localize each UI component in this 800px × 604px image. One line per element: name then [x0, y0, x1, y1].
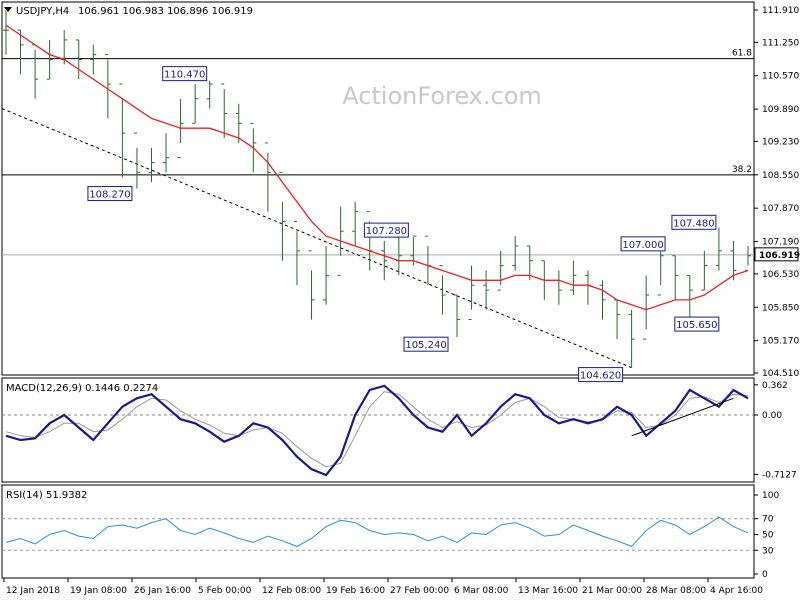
time-tick-label: 5 Feb 00:00 [198, 586, 252, 596]
price-tick-label: 105.850 [762, 303, 799, 313]
current-price-label: 106.919 [759, 251, 800, 261]
ohlc-values: 106.961 106.983 106.896 106.919 [78, 6, 253, 17]
price-tick-label: 111.910 [762, 6, 799, 16]
chart-window: USDJPY,H4 106.961 106.983 106.896 106.91… [0, 0, 800, 600]
time-tick-label: 6 Mar 08:00 [454, 586, 509, 596]
rsi-title: RSI(14) 51.9382 [6, 490, 87, 501]
rsi-tick-label: 0 [762, 570, 768, 580]
macd-tick-label: -0.7127 [762, 470, 797, 480]
annotation-label: 104.620 [580, 371, 621, 382]
annotation-label: 108.270 [89, 190, 130, 201]
rsi-layer [2, 516, 754, 551]
macd-tick-label: 0.00 [762, 411, 782, 421]
rsi-tick-label: 30 [762, 546, 774, 556]
time-tick-label: 26 Jan 16:00 [134, 586, 191, 596]
price-tick-label: 109.230 [762, 137, 799, 147]
annotation-label: 105.240 [405, 340, 446, 351]
time-tick-label: 21 Mar 00:00 [582, 586, 642, 596]
macd-signal-line [5, 391, 749, 468]
annotation-label: 107.000 [622, 240, 663, 251]
price-annotation: 104.620 [578, 367, 624, 383]
price-annotation: 107.480 [671, 214, 717, 230]
rsi-tick-label: 50 [762, 531, 774, 541]
rsi-panel [1, 484, 755, 579]
time-tick-label: 4 Apr 16:00 [710, 586, 763, 596]
annotation-label: 107.280 [366, 226, 407, 237]
price-annotation: 105.650 [674, 316, 720, 332]
price-tick-label: 104.510 [762, 369, 799, 379]
price-tick-label: 111.250 [762, 38, 799, 48]
fib-level-label: 38.2 [732, 165, 752, 175]
chart-canvas: USDJPY,H4 106.961 106.983 106.896 106.91… [1, 1, 800, 596]
macd-title: MACD(12,26,9) 0.1446 0.2274 [6, 383, 158, 394]
fib-level-label: 61.8 [732, 49, 752, 59]
time-tick-label: 13 Mar 16:00 [518, 586, 578, 596]
annotation-label: 105.650 [676, 320, 717, 331]
macd-layer [2, 384, 754, 477]
watermark: ActionForex.com [342, 82, 542, 110]
price-tick-label: 108.550 [762, 171, 799, 181]
price-tick-label: 105.170 [762, 337, 799, 347]
price-tick-label: 107.190 [762, 238, 799, 248]
time-tick-label: 12 Feb 08:00 [262, 586, 321, 596]
price-tick-label: 109.890 [762, 105, 799, 115]
price-tick-label: 110.570 [762, 72, 799, 82]
macd-tick-label: 0.362 [762, 381, 788, 391]
time-tick-label: 12 Jan 2018 [6, 586, 60, 596]
time-tick-label: 19 Jan 08:00 [70, 586, 127, 596]
current-price-box: 106.919 [754, 247, 800, 262]
dropdown-triangle-icon[interactable] [4, 7, 12, 12]
price-annotation: 110.470 [162, 66, 208, 82]
rsi-tick-label: 100 [762, 491, 779, 501]
price-annotation: 107.280 [363, 222, 409, 238]
price-tick-label: 107.870 [762, 204, 799, 214]
annotation-label: 107.480 [673, 218, 714, 229]
time-tick-label: 19 Feb 16:00 [326, 586, 385, 596]
rsi-line [5, 516, 749, 547]
rsi-tick-label: 70 [762, 515, 774, 525]
price-layer: 61.8 38.2 110.470 108.270 107.280 105.240 104.… [1, 10, 754, 383]
moving-average-line [5, 24, 749, 311]
price-annotation: 105.240 [403, 336, 449, 352]
annotation-label: 110.470 [164, 70, 205, 81]
price-tick-label: 106.530 [762, 270, 799, 280]
price-annotation: 107.000 [620, 236, 666, 252]
trendline [1, 108, 632, 369]
time-tick-label: 27 Feb 00:00 [390, 586, 449, 596]
time-tick-label: 28 Mar 08:00 [646, 586, 706, 596]
price-annotation: 108.270 [87, 186, 133, 202]
symbol-label: USDJPY,H4 [16, 6, 69, 17]
macd-trendline [631, 397, 734, 437]
